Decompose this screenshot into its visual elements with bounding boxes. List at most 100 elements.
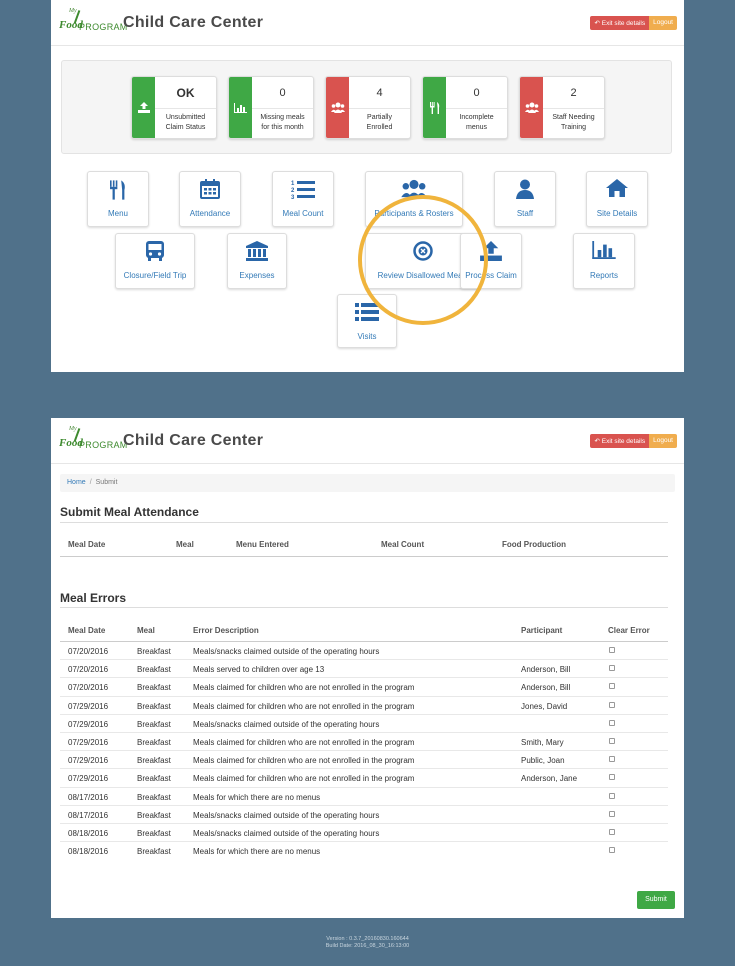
row-error-description: Meals claimed for children who are not e… [193,756,415,766]
bus-icon [146,241,164,261]
clear-error-checkbox[interactable] [609,665,615,672]
row-participant: Jones, David [521,701,568,711]
dashboard-panel: My Food PROGRAM Child Care Center ↶ Exit… [51,0,684,372]
table-row: 07/29/2016 Breakfast Meals claimed for chi… [60,733,668,752]
status-card-missing-meals[interactable]: 0 Missing meals for this month [228,76,314,139]
row-date: 07/29/2016 [68,774,109,784]
row-error-description: Meals/snacks claimed outside of the oper… [193,719,380,729]
users-icon [520,77,543,138]
row-date: 08/17/2016 [68,810,109,820]
myfoodprogram-logo[interactable]: My Food PROGRAM [59,8,127,40]
logout-button[interactable]: Logout [649,16,677,30]
row-error-description: Meals claimed for children who are not e… [193,774,415,784]
visits-button[interactable]: Visits [337,294,397,348]
row-participant: Smith, Mary [521,737,564,747]
row-meal: Breakfast [137,647,171,656]
home-icon [606,179,628,197]
attendance-button[interactable]: Attendance [179,171,241,227]
logout-button[interactable]: Logout [649,434,677,448]
site-details-button[interactable]: Site Details [586,171,648,227]
clear-error-checkbox[interactable] [609,719,615,726]
row-date: 07/20/2016 [68,683,109,693]
reports-button[interactable]: Reports [573,233,635,289]
page-title: Child Care Center [123,14,264,31]
closure-field-trip-button[interactable]: Closure/Field Trip [115,233,195,289]
table-row: 08/17/2016 Breakfast Meals/snacks claimed … [60,806,668,824]
exit-site-details-button[interactable]: ↶ Exit site details [590,16,650,30]
clear-error-checkbox[interactable] [609,774,615,781]
row-meal: Breakfast [137,828,171,838]
utensils-icon [110,180,125,200]
row-error-description: Meals/snacks claimed outside of the oper… [193,810,380,820]
table-row: 07/20/2016 Breakfast Meals served to child… [60,660,668,679]
row-meal: Breakfast [137,792,171,802]
clear-error-checkbox[interactable] [609,810,615,817]
breadcrumb: Home / Submit [60,474,675,492]
col-meal-count: Meal Count [381,540,425,549]
staff-button[interactable]: Staff [494,171,556,227]
status-card-staff-training[interactable]: 2 Staff Needing Training [519,76,605,139]
row-meal: Breakfast [137,719,171,729]
table-row: 07/20/2016 Breakfast Meals/snacks claimed … [60,642,668,661]
table-row: 08/17/2016 Breakfast Meals for which there… [60,788,668,806]
table-row: 07/20/2016 Breakfast Meals claimed for chi… [60,678,668,697]
site-header: My Food PROGRAM Child Care Center ↶ Exit… [51,418,684,464]
upload-icon [480,241,502,261]
col-clear-error: Clear Error [608,626,650,635]
site-header: My Food PROGRAM Child Care Center ↶ Exit… [51,0,684,46]
col-meal-date: Meal Date [68,540,106,549]
status-card-claim[interactable]: OK Unsubmitted Claim Status [131,76,217,139]
table-row: 07/29/2016 Breakfast Meals/snacks claimed … [60,715,668,733]
row-date: 07/29/2016 [68,701,109,711]
clear-error-checkbox[interactable] [609,647,615,653]
clear-error-checkbox[interactable] [609,847,615,854]
status-card-incomplete-menus[interactable]: 0 Incomplete menus [422,76,508,139]
list-icon [355,303,379,321]
col-meal: Meal [137,626,155,635]
row-date: 07/29/2016 [68,719,109,729]
row-meal: Breakfast [137,665,171,675]
table-row: 07/29/2016 Breakfast Meals claimed for chi… [60,769,668,788]
col-meal-date: Meal Date [68,626,106,635]
table-row: 08/18/2016 Breakfast Meals for which there… [60,842,668,857]
row-error-description: Meals for which there are no menus [193,847,321,857]
myfoodprogram-logo[interactable]: My Food PROGRAM [59,426,127,458]
version-footer: Version : 0.3.7_20160830.160644 Build Da… [325,936,410,949]
row-date: 08/18/2016 [68,847,109,857]
submit-button[interactable]: Submit [637,891,675,909]
row-date: 08/18/2016 [68,828,109,838]
clear-error-checkbox[interactable] [609,737,615,744]
table-row: 07/29/2016 Breakfast Meals claimed for chi… [60,697,668,715]
row-meal: Breakfast [137,774,171,784]
row-date: 08/17/2016 [68,792,109,802]
users-icon [326,77,349,138]
clear-error-checkbox[interactable] [609,756,615,763]
row-error-description: Meals for which there are no menus [193,792,321,802]
row-date: 07/20/2016 [68,665,109,675]
row-error-description: Meals claimed for children who are not e… [193,701,415,711]
menu-button[interactable]: Menu [87,171,149,227]
meal-count-button[interactable]: 123 Meal Count [272,171,334,227]
users-icon [401,179,427,199]
row-meal: Breakfast [137,701,171,711]
meal-errors-heading: Meal Errors [60,591,127,605]
participants-rosters-button[interactable]: Participants & Rosters [365,171,463,227]
clear-error-checkbox[interactable] [609,792,615,799]
row-participant: Anderson, Jane [521,774,578,784]
row-error-description: Meals/snacks claimed outside of the oper… [193,828,380,838]
utensils-icon [423,77,446,138]
submit-panel: My Food PROGRAM Child Care Center ↶ Exit… [51,418,684,918]
breadcrumb-home-link[interactable]: Home [67,479,86,486]
expenses-button[interactable]: Expenses [227,233,287,289]
row-participant: Anderson, Bill [521,683,571,693]
clear-error-checkbox[interactable] [609,828,615,835]
process-claim-button[interactable]: Process Claim [460,233,522,289]
row-participant: Public, Joan [521,756,565,766]
clear-error-checkbox[interactable] [609,683,615,690]
row-error-description: Meals/snacks claimed outside of the oper… [193,647,380,656]
status-card-partially-enrolled[interactable]: 4 Partially Enrolled [325,76,411,139]
col-participant: Participant [521,626,563,635]
clear-error-checkbox[interactable] [609,701,615,708]
bar-chart-icon [592,241,616,259]
exit-site-details-button[interactable]: ↶ Exit site details [590,434,650,448]
